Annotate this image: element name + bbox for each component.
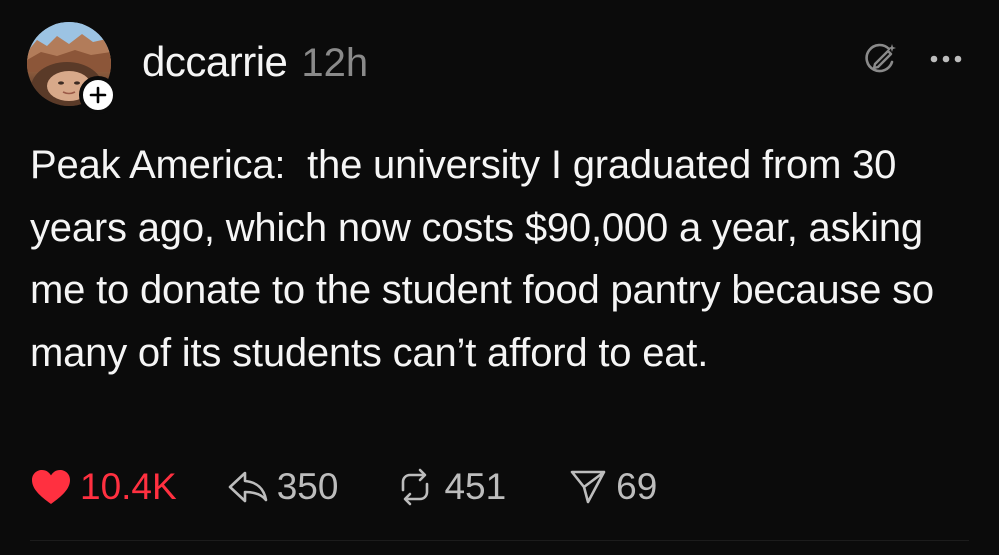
send-icon (570, 470, 606, 504)
like-button[interactable]: 10.4K (30, 466, 177, 508)
repost-count: 451 (444, 466, 507, 507)
post-header: dccarrie 12h (142, 38, 368, 94)
reply-button[interactable]: 350 (227, 466, 339, 508)
share-button[interactable]: 69 (568, 466, 657, 508)
reply-count: 350 (276, 466, 339, 507)
like-count: 10.4K (80, 466, 177, 507)
share-count: 69 (616, 466, 658, 507)
edit-sparkle-icon (865, 43, 896, 73)
post-card: dccarrie 12h Peak America: the universit… (0, 0, 999, 555)
heart-icon (32, 470, 70, 504)
post-body: Peak America: the university I graduated… (30, 143, 945, 375)
reply-icon (228, 471, 268, 503)
timestamp[interactable]: 12h (301, 41, 368, 86)
more-button[interactable] (929, 54, 963, 64)
plus-icon (89, 86, 107, 104)
edit-sparkle-button[interactable] (861, 40, 899, 78)
repost-icon (402, 468, 429, 506)
post-divider (30, 540, 969, 541)
post-top-actions (861, 40, 963, 78)
more-icon (930, 55, 962, 63)
post-action-bar: 10.4K 350 451 69 (30, 460, 657, 514)
repost-button[interactable]: 451 (394, 466, 506, 508)
username[interactable]: dccarrie (142, 38, 288, 86)
follow-button[interactable] (79, 76, 117, 114)
